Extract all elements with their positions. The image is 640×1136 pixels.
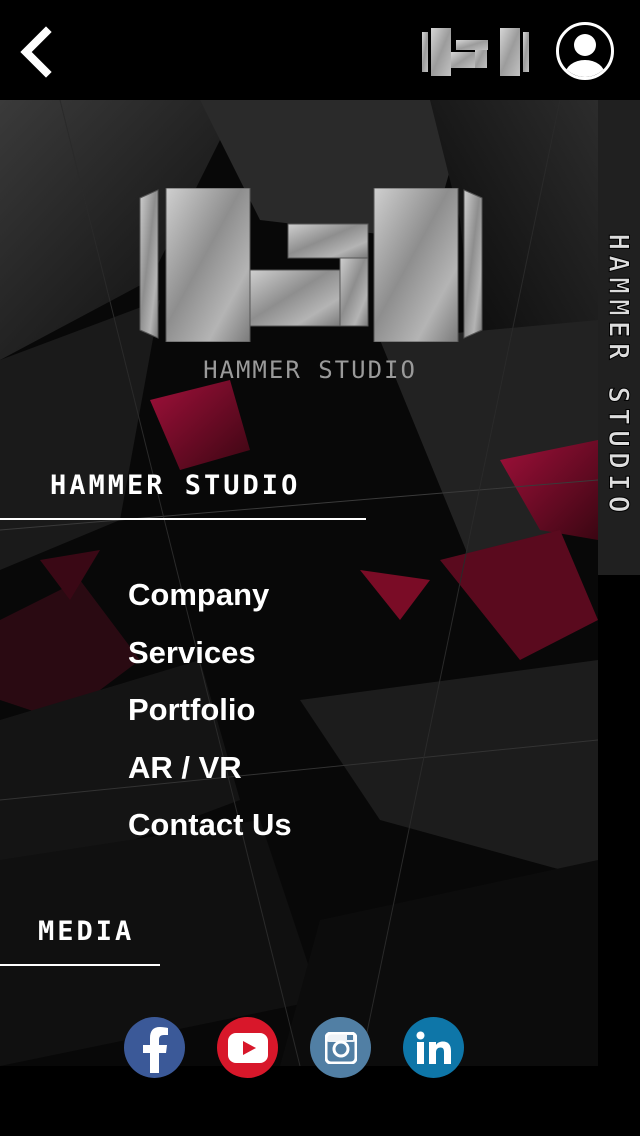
- instagram-button[interactable]: [310, 1017, 371, 1078]
- social-links: [124, 1017, 464, 1078]
- studio-divider: [0, 518, 366, 520]
- profile-button[interactable]: [556, 22, 614, 80]
- linkedin-button[interactable]: [403, 1017, 464, 1078]
- side-brand-title-text: HAMMER STUDIO: [602, 232, 636, 518]
- facebook-button[interactable]: [124, 1017, 185, 1078]
- youtube-button[interactable]: [217, 1017, 278, 1078]
- menu-item-portfolio[interactable]: Portfolio: [128, 681, 292, 739]
- media-section-title: MEDIA: [38, 916, 135, 947]
- instagram-icon: [324, 1031, 357, 1064]
- header-logo-icon: [422, 28, 529, 76]
- menu-item-services[interactable]: Services: [128, 624, 292, 682]
- media-divider: [0, 964, 160, 966]
- menu-item-contact-us[interactable]: Contact Us: [128, 796, 292, 854]
- top-bar: [0, 0, 640, 100]
- logo-caption: HAMMER STUDIO: [203, 356, 417, 384]
- back-button[interactable]: [10, 22, 62, 82]
- studio-section-title: HAMMER STUDIO: [50, 470, 301, 501]
- user-profile-icon: [565, 34, 605, 77]
- menu-item-ar-vr[interactable]: AR / VR: [128, 739, 292, 797]
- main-menu: Company Services Portfolio AR / VR Conta…: [128, 566, 292, 854]
- menu-item-company[interactable]: Company: [128, 566, 292, 624]
- side-brand-title: HAMMER STUDIO: [599, 180, 639, 570]
- youtube-icon: [227, 1032, 268, 1063]
- chevron-left-icon: [20, 26, 52, 78]
- linkedin-icon: [416, 1031, 451, 1064]
- facebook-icon: [142, 1026, 168, 1073]
- hammer-studio-logo-icon: [139, 188, 483, 342]
